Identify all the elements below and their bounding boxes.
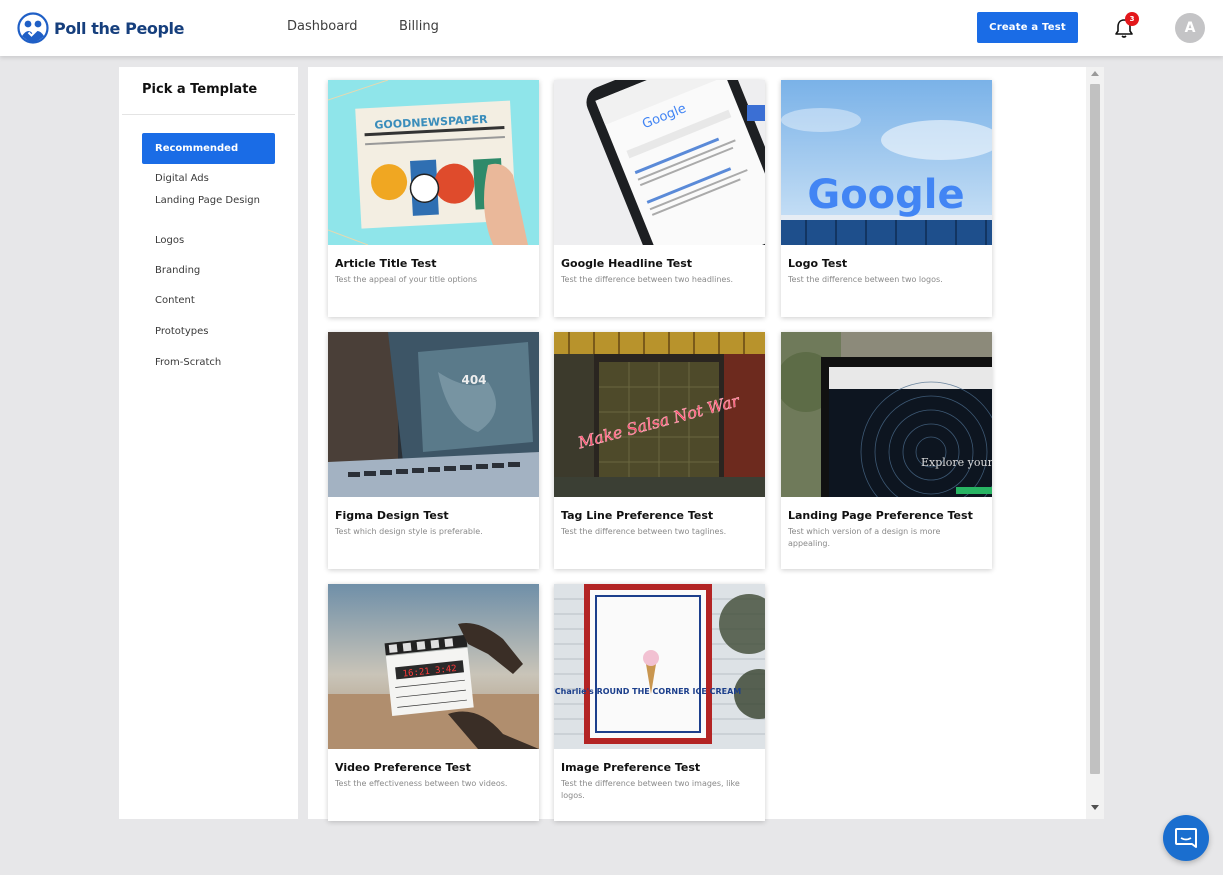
chat-bubble-icon [1175,828,1197,848]
template-grid-panel: GOODNEWSPAPER Article Title Test Test th… [308,67,1104,821]
laptop-landing-page-photo: Explore your c [781,332,992,497]
category-content[interactable]: Content [155,293,265,309]
template-card-image[interactable]: Charlie's ROUND THE CORNER ICE CREAM Ima… [554,584,765,821]
user-avatar[interactable]: A [1175,13,1205,43]
brand-logo[interactable]: Poll the People [17,12,184,44]
scroll-up-arrow-icon[interactable] [1091,71,1099,76]
category-from-scratch[interactable]: From-Scratch [155,355,265,371]
chat-launcher-button[interactable] [1163,815,1209,861]
card-description: Test the difference between two logos. [788,275,943,284]
card-description: Test which version of a design is more a… [788,527,941,548]
vertical-scrollbar[interactable] [1086,67,1104,819]
sidebar-title: Pick a Template [142,82,258,97]
card-title: Image Preference Test [561,761,701,774]
card-title: Logo Test [788,257,848,270]
category-recommended[interactable]: Recommended [142,133,275,164]
template-card-logo[interactable]: Google Logo Test Test the difference bet… [781,80,992,317]
newspaper-photo: GOODNEWSPAPER [328,80,539,245]
template-card-tag-line[interactable]: Make Salsa Not War Tag Line Preference T… [554,332,765,569]
scroll-down-arrow-icon[interactable] [1091,805,1099,810]
neon-sign-photo: Make Salsa Not War [554,332,765,497]
category-landing-page-design[interactable]: Landing Page Design [155,193,265,209]
card-title: Google Headline Test [561,257,693,270]
google-sign-photo: Google [781,80,992,245]
category-prototypes[interactable]: Prototypes [155,324,265,340]
card-description: Test the difference between two headline… [561,275,734,284]
category-branding[interactable]: Branding [155,263,265,279]
card-title: Video Preference Test [335,761,471,774]
notification-badge: 3 [1125,12,1139,26]
nav-billing[interactable]: Billing [399,19,439,34]
card-description: Test the appeal of your title options [335,275,478,284]
charlies-sign-text: Charlie's ROUND THE CORNER ICE CREAM [555,687,742,696]
top-navigation-bar: Poll the People Dashboard Billing Create… [0,0,1223,56]
template-card-figma-design[interactable]: 404 Figma Design Test Test which design … [328,332,539,569]
template-sidebar: Pick a Template Recommended Digital Ads … [119,67,298,819]
scrollbar-thumb[interactable] [1090,84,1100,774]
template-card-article-title[interactable]: GOODNEWSPAPER Article Title Test Test th… [328,80,539,317]
template-card-google-headline[interactable]: Google Google Headline Test Test the dif… [554,80,765,317]
error-404-text: 404 [461,373,486,387]
card-title: Landing Page Preference Test [788,509,973,522]
logo-people-icon [17,12,49,44]
card-description: Test the difference between two images, … [561,779,740,800]
card-title: Figma Design Test [335,509,449,522]
card-description: Test which design style is preferable. [335,527,483,536]
card-title: Article Title Test [335,257,437,270]
template-card-landing-page[interactable]: Explore your c Landing Page Preference T… [781,332,992,569]
nav-dashboard[interactable]: Dashboard [287,19,358,34]
card-description: Test the effectiveness between two video… [335,779,508,788]
card-title: Tag Line Preference Test [561,509,714,522]
card-description: Test the difference between two taglines… [561,527,727,536]
category-digital-ads[interactable]: Digital Ads [155,171,265,187]
charlies-sign-photo: Charlie's ROUND THE CORNER ICE CREAM [554,584,765,749]
create-test-button[interactable]: Create a Test [977,12,1078,43]
template-card-video[interactable]: 16:21 3:42 Video Preference Test Test th… [328,584,539,821]
laptop-404-photo: 404 [328,332,539,497]
google-sign-text: Google [807,172,964,218]
brand-name: Poll the People [54,18,185,38]
phone-google-search-photo: Google [554,80,765,245]
landing-headline-text: Explore your c [921,456,992,469]
sidebar-divider [122,114,295,115]
category-logos[interactable]: Logos [155,233,265,249]
clapperboard-photo: 16:21 3:42 [328,584,539,749]
